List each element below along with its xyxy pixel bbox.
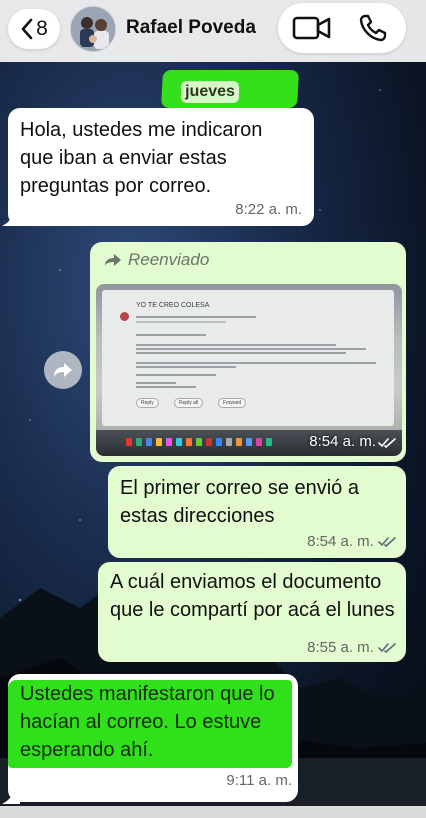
photo-laptop-screen: YO TE CREO COLESA Reply Reply all Forwar… [102, 290, 394, 426]
message-time-text: 8:54 a. m. [307, 533, 374, 550]
photo-reply-all-button: Reply all [174, 398, 204, 408]
back-button[interactable]: 8 [8, 9, 60, 49]
dock-app [146, 438, 152, 446]
chevron-left-icon [21, 18, 33, 40]
dock-app [256, 438, 262, 446]
share-button[interactable] [44, 351, 82, 389]
dock-app [136, 438, 142, 446]
message-time: 8:54 a. m. [307, 533, 396, 550]
photo-text-line [136, 316, 256, 318]
dock-app [126, 438, 132, 446]
dock-app [266, 438, 272, 446]
photo-reply-button: Reply [136, 398, 159, 408]
dock-app [196, 438, 202, 446]
dock-app [156, 438, 162, 446]
dock-app [216, 438, 222, 446]
message-time: 9:11 a. m. [226, 772, 292, 789]
photo-text-line [136, 321, 226, 323]
read-check-icon [378, 643, 396, 654]
message-bubble-outgoing[interactable]: A cuál enviamos el documento que le comp… [98, 562, 406, 662]
dock-app [246, 438, 252, 446]
message-text: El primer correo se envió a estas direcc… [120, 477, 359, 527]
message-text: Ustedes manifestaron que lo hacían al co… [20, 683, 275, 761]
read-check-icon [378, 438, 396, 448]
message-text: Hola, ustedes me indicaron que iban a en… [20, 119, 263, 197]
composer-bar [0, 806, 426, 818]
message-text: A cuál enviamos el documento que le comp… [110, 571, 395, 621]
photo-text-line [136, 386, 196, 388]
dock-app [236, 438, 242, 446]
day-chip: jueves [181, 81, 239, 103]
dock-app [226, 438, 232, 446]
phone-icon[interactable] [358, 13, 388, 43]
photo-mail-subject: YO TE CREO COLESA [136, 302, 210, 309]
contact-name[interactable]: Rafael Poveda [126, 17, 256, 39]
forwarded-label: Reenviado [104, 250, 209, 270]
photo-text-line [136, 334, 206, 336]
message-time: 8:22 a. m. [235, 201, 302, 218]
contact-avatar[interactable] [70, 6, 116, 52]
share-icon [54, 363, 72, 377]
forward-arrow-icon [105, 254, 121, 266]
message-bubble-outgoing[interactable]: El primer correo se envió a estas direcc… [108, 466, 406, 558]
photo-text-line [136, 348, 366, 350]
photo-text-line [136, 382, 176, 384]
photo-forward-button: Forward [218, 398, 247, 408]
dock-app [166, 438, 172, 446]
dock-app [206, 438, 212, 446]
message-bubble-incoming[interactable]: Hola, ustedes me indicaron que iban a en… [8, 108, 314, 226]
photo-text-line [136, 344, 336, 346]
unread-count: 8 [36, 17, 48, 40]
video-call-icon[interactable] [292, 14, 332, 42]
read-check-icon [378, 537, 396, 548]
forwarded-text: Reenviado [128, 250, 210, 269]
call-actions [278, 3, 406, 53]
message-time: 8:55 a. m. [307, 639, 396, 656]
dock-app [186, 438, 192, 446]
message-time: 8:54 a. m. [309, 433, 376, 450]
photo-text-line [136, 352, 346, 354]
photo-text-line [136, 366, 236, 368]
avatar-photo [71, 7, 115, 51]
chat-header: 8 Rafael Poveda [0, 0, 426, 62]
forwarded-photo[interactable]: YO TE CREO COLESA Reply Reply all Forwar… [96, 284, 402, 456]
message-time-text: 8:55 a. m. [307, 639, 374, 656]
photo-mail-avatar [120, 312, 129, 321]
photo-text-line [136, 362, 376, 364]
photo-text-line [136, 374, 216, 376]
dock-app [176, 438, 182, 446]
message-bubble-incoming[interactable]: Ustedes manifestaron que lo hacían al co… [8, 674, 298, 802]
